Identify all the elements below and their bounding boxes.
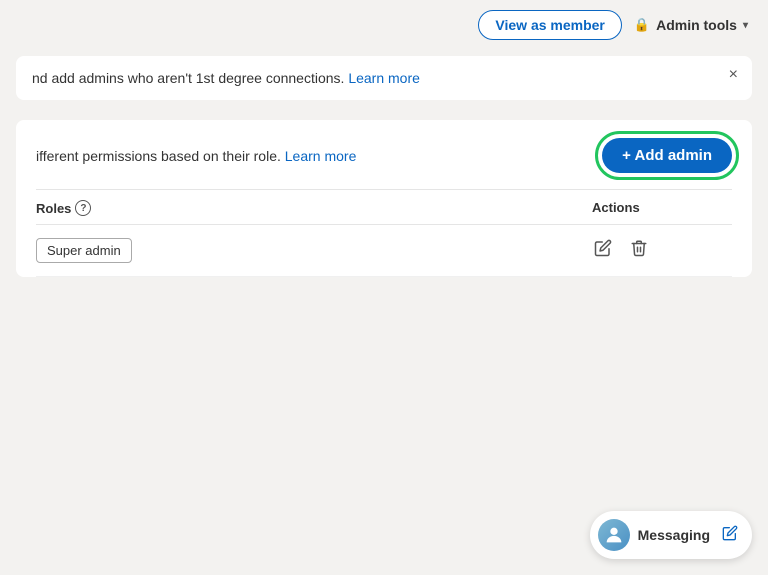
actions-column-header: Actions	[592, 200, 732, 216]
notice-banner: nd add admins who aren't 1st degree conn…	[16, 56, 752, 100]
avatar-image	[603, 524, 625, 546]
roles-help-icon[interactable]: ?	[75, 200, 91, 216]
table-row: Super admin	[36, 225, 732, 277]
trash-icon	[630, 239, 648, 257]
edit-button[interactable]	[592, 237, 614, 264]
lock-icon: 🔒	[634, 17, 650, 33]
messaging-label: Messaging	[638, 527, 710, 543]
add-admin-button[interactable]: + Add admin	[602, 138, 732, 173]
admin-tools-label: Admin tools	[656, 17, 737, 33]
action-icons	[592, 237, 732, 264]
avatar	[598, 519, 630, 551]
description-text: ifferent permissions based on their role…	[36, 148, 356, 164]
admin-tools-button[interactable]: 🔒 Admin tools ▾	[634, 17, 748, 33]
view-as-member-button[interactable]: View as member	[478, 10, 621, 40]
notice-learn-more-link[interactable]: Learn more	[348, 70, 420, 86]
super-admin-badge: Super admin	[36, 238, 132, 263]
admin-learn-more-link[interactable]: Learn more	[285, 148, 357, 164]
admin-card: ifferent permissions based on their role…	[16, 120, 752, 277]
compose-icon[interactable]	[722, 525, 738, 546]
pencil-icon	[594, 239, 612, 257]
table-header: Roles ? Actions	[36, 190, 732, 225]
admin-table: Roles ? Actions Super admin	[36, 189, 732, 277]
close-button[interactable]: ×	[729, 66, 738, 84]
chevron-down-icon: ▾	[743, 20, 748, 31]
role-cell: Super admin	[36, 238, 592, 263]
notice-text: nd add admins who aren't 1st degree conn…	[32, 70, 344, 86]
description-row: ifferent permissions based on their role…	[36, 138, 732, 173]
delete-button[interactable]	[628, 237, 650, 264]
spacer	[0, 106, 768, 120]
messaging-widget[interactable]: Messaging	[590, 511, 752, 559]
top-bar: View as member 🔒 Admin tools ▾	[0, 0, 768, 50]
roles-column-header: Roles ?	[36, 200, 592, 216]
